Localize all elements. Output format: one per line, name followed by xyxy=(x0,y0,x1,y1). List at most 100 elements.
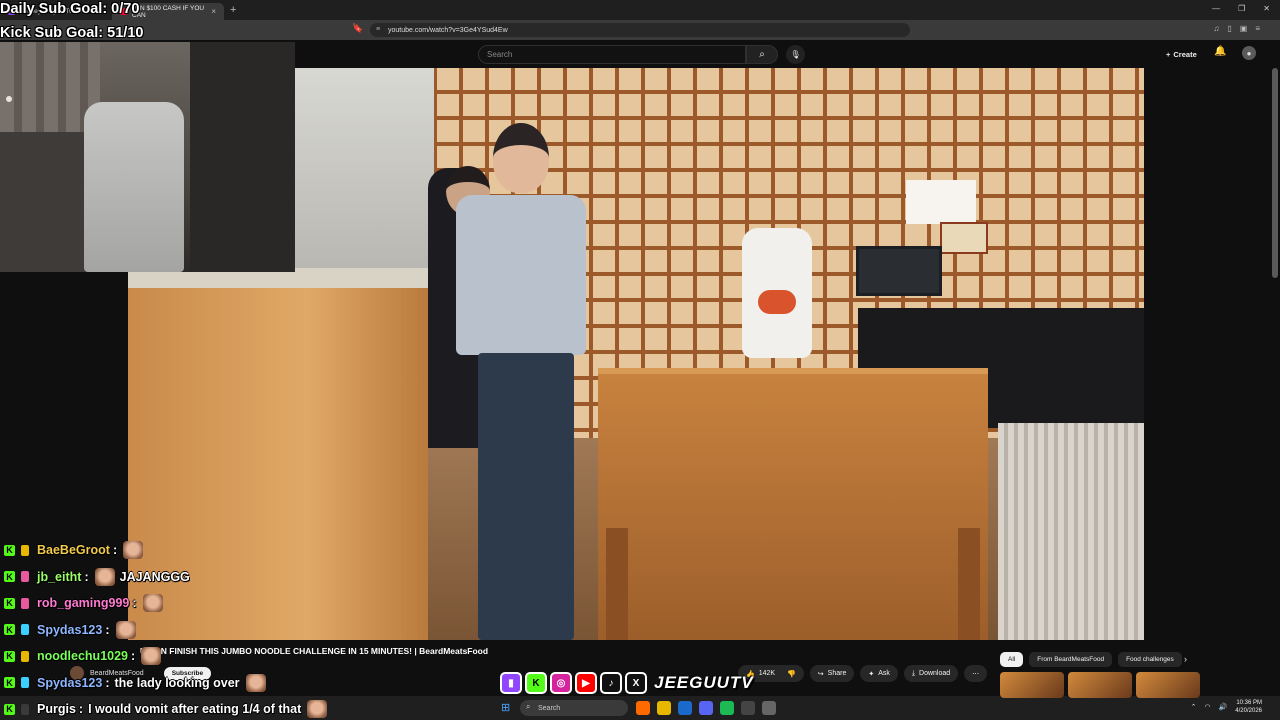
bag-logo xyxy=(758,290,796,314)
like-count: 142K xyxy=(758,670,776,677)
chip-food-challenges[interactable]: Food challenges xyxy=(1118,652,1182,667)
settings-icon[interactable] xyxy=(762,701,776,715)
download-button[interactable]: ⤓ Download xyxy=(903,665,959,682)
url-field[interactable]: ≡ youtube.com/watch?v=3Ge4YSud4Ew xyxy=(370,23,910,37)
kick-icon: K xyxy=(525,672,547,694)
subscriber-badge-icon xyxy=(21,624,29,636)
chip-all[interactable]: All xyxy=(1000,652,1024,667)
browser-tab-bar: notjoeykaotyk - Twitch WIN $100 CASH IF … xyxy=(0,0,1280,20)
page-scrollbar[interactable] xyxy=(1272,68,1278,688)
kick-badge-icon: K xyxy=(4,624,15,636)
minimize-icon[interactable]: — xyxy=(1212,4,1220,13)
url-text: youtube.com/watch?v=3Ge4YSud4Ew xyxy=(388,26,508,34)
related-video-thumbnail[interactable] xyxy=(1000,672,1064,698)
volume-icon[interactable]: 🔊 xyxy=(1219,703,1228,711)
wallet-icon[interactable]: ▣ xyxy=(1240,24,1248,33)
streamer-brand: JEEGUUTV xyxy=(654,673,754,692)
related-video-thumbnail[interactable] xyxy=(1136,672,1200,698)
chat-separator: : xyxy=(112,543,118,558)
webcam-wall xyxy=(190,42,295,272)
chat-username: Purgis xyxy=(37,702,76,717)
bench-leg xyxy=(958,528,980,640)
kick-badge-icon: K xyxy=(4,703,15,715)
account-avatar[interactable]: ● xyxy=(1242,46,1256,60)
create-button[interactable]: + Create xyxy=(1160,46,1203,62)
chat-username: noodlechu1029 xyxy=(37,649,128,664)
emote-icon xyxy=(245,673,266,692)
wooden-bench xyxy=(598,368,988,640)
dislike-icon[interactable]: 👎 xyxy=(787,670,796,678)
instagram-icon: ◎ xyxy=(550,672,572,694)
chat-message: K Purgis: I would vomit after eating 1/4 o… xyxy=(0,696,360,720)
kick-badge-icon: K xyxy=(4,677,15,689)
taskbar-apps xyxy=(636,701,776,715)
obs-icon[interactable] xyxy=(741,701,755,715)
search-input[interactable]: Search xyxy=(478,45,746,64)
kick-badge-icon: K xyxy=(4,650,15,662)
chevron-up-icon[interactable]: ⌃ xyxy=(1191,703,1197,711)
discord-icon[interactable] xyxy=(699,701,713,715)
restore-icon[interactable]: ❐ xyxy=(1238,4,1245,13)
tab-label: WIN $100 CASH IF YOU CAN xyxy=(132,4,205,19)
spotify-icon[interactable] xyxy=(720,701,734,715)
related-video-thumbnail[interactable] xyxy=(1068,672,1132,698)
tiktok-icon: ♪ xyxy=(600,672,622,694)
menu-sign xyxy=(940,222,988,254)
site-info-icon[interactable]: ≡ xyxy=(376,26,380,33)
subscriber-badge-icon xyxy=(21,571,29,583)
close-tab-icon[interactable]: × xyxy=(211,7,216,16)
webcam-chair xyxy=(84,102,184,272)
chat-username: BaeBeGroot xyxy=(37,543,110,558)
stream-chat-overlay: K BaeBeGroot: Kjb_eitht: JAJANGGG Krob_gamin… xyxy=(0,537,360,720)
scrollbar-thumb[interactable] xyxy=(1272,68,1278,278)
chat-message: Knoodlechu1029: xyxy=(0,643,360,670)
plus-icon: + xyxy=(1166,49,1171,59)
close-window-icon[interactable]: ✕ xyxy=(1263,4,1270,13)
notifications-bell-icon[interactable]: 🔔 xyxy=(1214,46,1226,57)
chat-message: K Spydas123: the lady looking over xyxy=(0,670,360,697)
steam-icon[interactable] xyxy=(678,701,692,715)
clock-time: 10:36 PM xyxy=(1236,700,1262,706)
emote-icon xyxy=(94,567,115,586)
chat-separator: : xyxy=(132,596,137,611)
staff-head xyxy=(493,123,549,193)
chat-separator: : xyxy=(131,649,136,664)
subscriber-badge-icon xyxy=(21,597,29,609)
more-actions-button[interactable]: ⋯ xyxy=(964,665,988,682)
clock-date: 4/20/2026 xyxy=(1235,708,1262,714)
sparkle-icon: ✦ xyxy=(868,670,875,678)
wall-notice xyxy=(906,180,976,224)
wifi-icon[interactable]: ◠ xyxy=(1204,703,1210,711)
bench-leg xyxy=(606,528,628,640)
chevron-right-icon[interactable]: › xyxy=(1184,654,1187,664)
bookmark-icon[interactable]: 🔖 xyxy=(352,23,363,34)
browser-app-icon[interactable] xyxy=(636,701,650,715)
kick-badge-icon: K xyxy=(4,571,15,583)
search-button[interactable]: ⌕ xyxy=(746,45,778,64)
ask-button[interactable]: ✦ Ask xyxy=(860,665,898,682)
voice-search-button[interactable]: 🎙 xyxy=(786,45,805,64)
chat-text: JAJANGGG xyxy=(119,569,190,584)
clock[interactable]: 10:36 PM 4/20/2026 xyxy=(1235,699,1262,715)
create-label: Create xyxy=(1173,49,1197,59)
address-bar-row: 🔖 ≡ youtube.com/watch?v=3Ge4YSud4Ew ♫ ▯ … xyxy=(0,20,1280,40)
sidebar-icon[interactable]: ▯ xyxy=(1227,24,1231,33)
chat-text: I would vomit after eating 1/4 of that xyxy=(88,702,302,717)
windows-start-icon[interactable]: ⊞ xyxy=(501,701,510,714)
emote-icon xyxy=(141,647,162,666)
share-button[interactable]: ↪ Share xyxy=(809,665,855,682)
chip-channel[interactable]: From BeardMeatsFood xyxy=(1029,652,1113,667)
chat-username: rob_gaming999 xyxy=(37,596,130,611)
taskbar-search-label: Search xyxy=(538,704,561,712)
staff-apron xyxy=(478,353,574,640)
search-placeholder: Search xyxy=(487,50,513,59)
menu-icon[interactable]: ≡ xyxy=(1255,24,1260,33)
file-explorer-icon[interactable] xyxy=(657,701,671,715)
subscriber-badge-icon xyxy=(21,703,29,715)
extension-icon[interactable]: ♫ xyxy=(1213,24,1219,33)
chat-separator: : xyxy=(84,569,89,584)
taskbar-search[interactable]: ⌕ Search xyxy=(520,700,628,716)
share-icon: ↪ xyxy=(817,670,824,678)
x-icon: X xyxy=(625,672,647,694)
new-tab-icon[interactable]: + xyxy=(230,4,236,16)
